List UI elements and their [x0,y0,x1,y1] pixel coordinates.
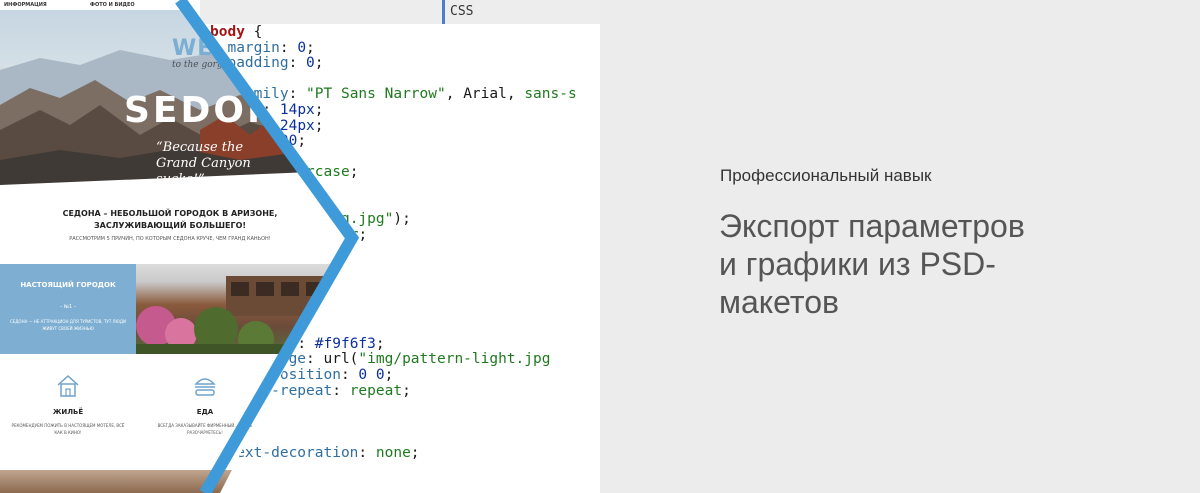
course-banner: CSS body { margin: 0; padding: 0; nt-fam… [0,0,1200,493]
illustration-panel: CSS body { margin: 0; padding: 0; nt-fam… [0,0,600,493]
course-title-line-3: макетов [719,284,839,320]
course-category: Профессиональный навык [720,166,932,185]
course-title: Экспорт параметров и графики из PSD- мак… [719,207,1139,321]
chevron-divider [175,0,360,493]
course-info-panel: Профессиональный навык Экспорт параметро… [600,0,1200,493]
course-title-line-2: и графики из PSD- [719,246,996,282]
course-title-line-1: Экспорт параметров [719,208,1025,244]
